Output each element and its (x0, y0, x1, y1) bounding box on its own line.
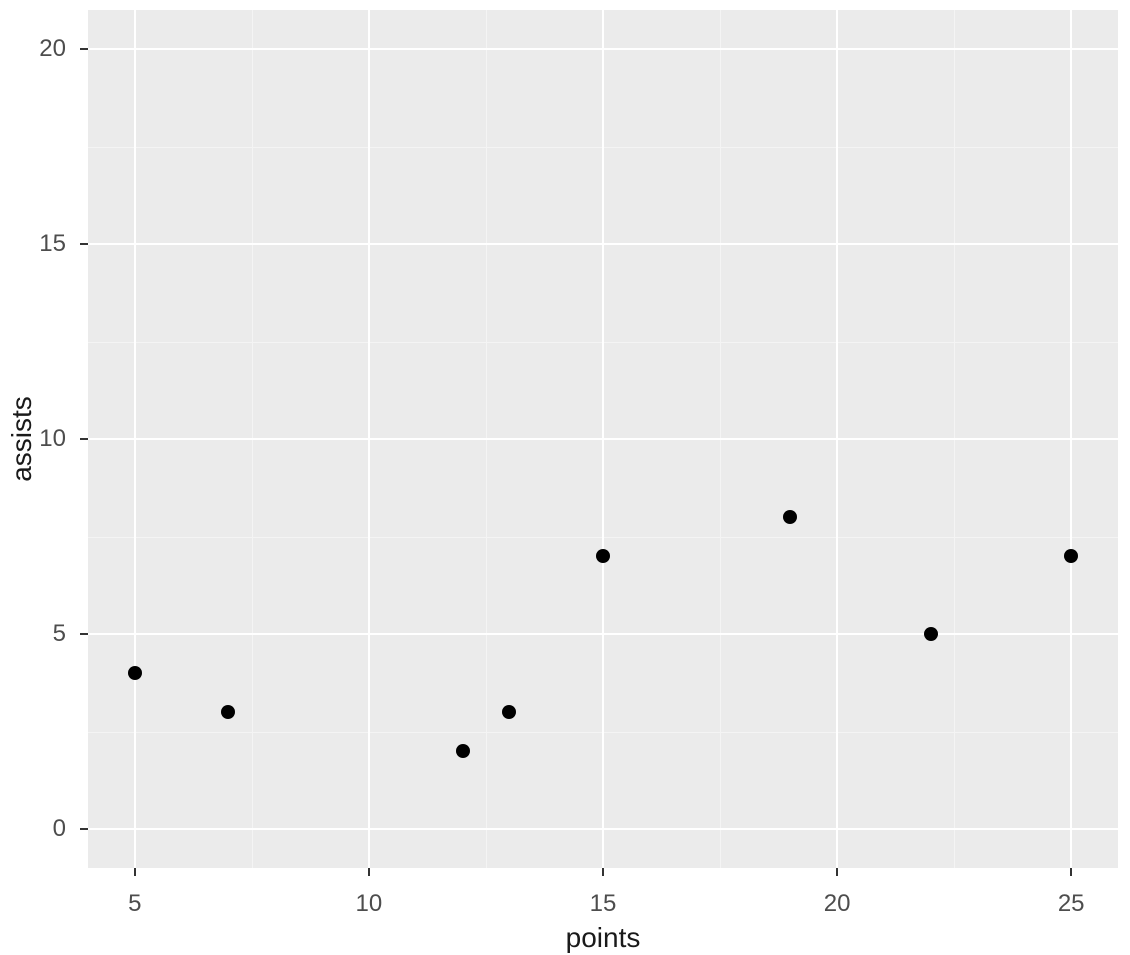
y-tick (80, 633, 88, 635)
major-gridline-h (88, 438, 1118, 440)
y-tick-label: 15 (39, 230, 66, 258)
x-axis-label: points (566, 922, 641, 954)
y-tick (80, 48, 88, 50)
data-point (924, 627, 938, 641)
x-tick-label: 20 (824, 890, 851, 918)
x-tick (602, 868, 604, 876)
data-point (502, 705, 516, 719)
y-tick-label: 5 (53, 620, 66, 648)
major-gridline-h (88, 828, 1118, 830)
x-tick-label: 5 (128, 890, 141, 918)
x-tick-label: 25 (1058, 890, 1085, 918)
y-tick-label: 20 (39, 35, 66, 63)
x-tick (134, 868, 136, 876)
y-tick-label: 10 (39, 425, 66, 453)
y-tick (80, 828, 88, 830)
major-gridline-h (88, 243, 1118, 245)
data-point (783, 510, 797, 524)
data-point (128, 666, 142, 680)
major-gridline-h (88, 48, 1118, 50)
x-tick-label: 15 (590, 890, 617, 918)
scatter-chart: 5 10 15 20 25 0 5 10 15 20 points assists (0, 0, 1130, 955)
x-tick (1070, 868, 1072, 876)
y-axis-label: assists (6, 396, 38, 482)
major-gridline-h (88, 633, 1118, 635)
data-point (1064, 549, 1078, 563)
x-tick (368, 868, 370, 876)
data-point (596, 549, 610, 563)
y-tick (80, 438, 88, 440)
data-point (221, 705, 235, 719)
x-tick (836, 868, 838, 876)
x-tick-label: 10 (356, 890, 383, 918)
data-point (456, 744, 470, 758)
y-tick-label: 0 (53, 815, 66, 843)
y-tick (80, 243, 88, 245)
